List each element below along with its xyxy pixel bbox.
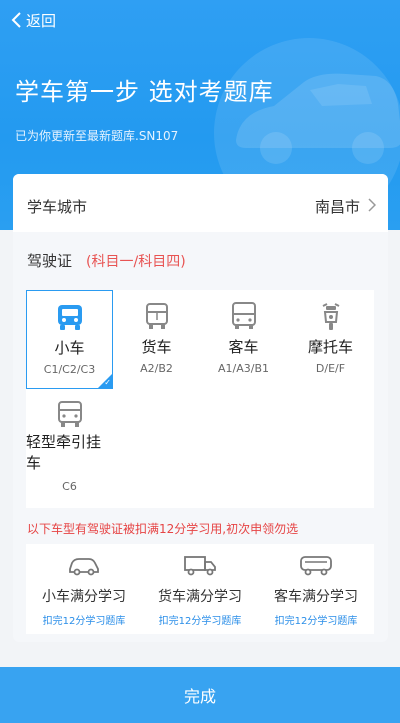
license-type-truck[interactable]: 货车 A2/B2: [113, 290, 200, 389]
study-truck[interactable]: 货车满分学习 扣完12分学习题库: [142, 554, 258, 627]
study-bus[interactable]: 客车满分学习 扣完12分学习题库: [258, 554, 374, 627]
license-type-name: 小车: [54, 339, 85, 357]
study-grid: 小车满分学习 扣完12分学习题库 货车满分学习 扣完12分学习题库 客车满分学习…: [26, 544, 374, 634]
page-title: 学车第一步 选对考题库: [15, 78, 274, 106]
back-button[interactable]: 返回: [10, 8, 56, 32]
license-type-codes: A2/B2: [140, 362, 173, 375]
bus-icon: [231, 302, 256, 329]
license-label: 驾驶证: [27, 252, 73, 270]
car-icon: [57, 305, 82, 330]
license-type-name: 货车: [141, 338, 172, 356]
bus-outline-icon: [300, 556, 332, 576]
license-type-codes: A1/A3/B1: [217, 362, 269, 375]
study-link[interactable]: 扣完12分学习题库: [142, 612, 258, 627]
license-type-name: 摩托车: [307, 338, 353, 356]
license-type-name: 轻型牵引挂车: [26, 433, 102, 472]
check-icon: ✓: [104, 378, 111, 387]
license-type-grid: 小车 C1/C2/C3 ✓ 货车 A2/B2 客车 A1/A3/B1 摩托车 D…: [26, 290, 374, 508]
study-name: 货车满分学习: [158, 589, 242, 605]
selection-card: 学车城市 南昌市 驾驶证 (科目一/科目四) 小车 C1/C2/C3 ✓ 货车 …: [13, 174, 388, 642]
license-type-name: 客车: [228, 338, 259, 356]
license-type-motorcycle[interactable]: 摩托车 D/E/F: [287, 290, 374, 389]
license-type-car[interactable]: 小车 C1/C2/C3 ✓: [26, 290, 113, 389]
tow-trailer-icon: [57, 401, 82, 427]
study-link[interactable]: 扣完12分学习题库: [26, 612, 142, 627]
license-header: 驾驶证 (科目一/科目四): [27, 250, 186, 271]
motorcycle-icon: [322, 303, 339, 330]
city-label: 学车城市: [27, 198, 88, 216]
license-type-bus[interactable]: 客车 A1/A3/B1: [200, 290, 287, 389]
done-button[interactable]: 完成: [0, 667, 400, 723]
study-link[interactable]: 扣完12分学习题库: [258, 612, 374, 627]
license-type-tow-trailer[interactable]: 轻型牵引挂车 C6: [26, 398, 113, 493]
warning-text: 以下车型有驾驶证被扣满12分学习用,初次申领勿选: [27, 522, 299, 536]
license-type-codes: C6: [62, 480, 77, 493]
chevron-right-icon: [368, 198, 376, 212]
truck-icon: [145, 303, 168, 329]
page-subtitle: 已为你更新至最新题库.SN107: [15, 129, 179, 143]
study-name: 客车满分学习: [274, 589, 358, 605]
truck-outline-icon: [184, 556, 216, 576]
study-name: 小车满分学习: [42, 589, 126, 605]
back-label: 返回: [26, 11, 57, 30]
city-value: 南昌市: [314, 198, 360, 216]
chevron-left-icon: [11, 12, 21, 28]
license-type-codes: D/E/F: [315, 362, 346, 375]
city-selector[interactable]: 学车城市 南昌市: [13, 174, 388, 232]
study-car[interactable]: 小车满分学习 扣完12分学习题库: [26, 554, 142, 627]
license-note: (科目一/科目四): [86, 253, 186, 270]
car-outline-icon: [69, 558, 99, 576]
